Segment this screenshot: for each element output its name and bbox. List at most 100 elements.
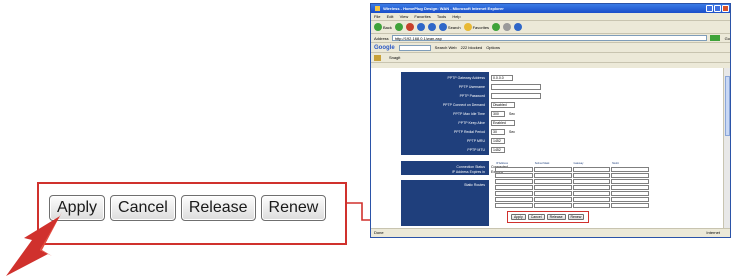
zoomed-button-group: Apply Cancel Release Renew <box>49 195 327 221</box>
menu-bar: File Edit View Favorites Tools Help <box>371 13 730 21</box>
window-controls <box>706 5 729 12</box>
unit-label: Sec <box>509 130 516 134</box>
keep-alive-select[interactable]: Enabled <box>491 120 515 126</box>
form-row: PPTP MTU 1452 <box>401 146 505 154</box>
route-cell[interactable] <box>533 197 572 202</box>
route-cell[interactable] <box>572 191 611 196</box>
status-label: IP Address Expires in <box>451 170 485 174</box>
google-logo[interactable]: Google <box>374 45 395 51</box>
route-cell[interactable] <box>572 203 611 208</box>
mail-icon[interactable] <box>503 23 512 31</box>
route-cell[interactable] <box>611 179 649 184</box>
route-cell[interactable] <box>533 191 572 196</box>
field-label: PPTP Connect on Demand <box>442 103 485 107</box>
browser-window: Wireless - HomePlug Design: WAN - Micros… <box>370 3 731 238</box>
stop-icon[interactable] <box>405 23 414 31</box>
route-cell[interactable] <box>495 179 533 184</box>
cancel-button-zoomed[interactable]: Cancel <box>110 195 176 221</box>
go-label[interactable]: Go <box>725 36 730 41</box>
favorites-button[interactable]: Favorites <box>463 23 489 31</box>
menu-help[interactable]: Help <box>452 14 460 19</box>
route-cell[interactable] <box>611 185 649 190</box>
route-cell[interactable] <box>572 179 611 184</box>
menu-tools[interactable]: Tools <box>437 14 446 19</box>
maximize-icon[interactable] <box>714 5 721 12</box>
route-cell[interactable] <box>572 167 611 172</box>
google-options[interactable]: Options <box>486 45 500 50</box>
max-idle-time-input[interactable]: 300 <box>491 111 505 117</box>
static-routes-label: Static Routes <box>464 183 485 187</box>
back-icon <box>374 23 382 31</box>
field-label: PPTP Redial Period <box>453 130 485 134</box>
pptp-username-input[interactable] <box>491 84 541 90</box>
status-text: Done <box>374 230 384 235</box>
snagit-icon[interactable] <box>374 54 381 61</box>
google-search-web[interactable]: Search Web <box>435 45 457 50</box>
static-routes-row: Static Routes <box>401 181 487 189</box>
form-row: PPTP Username <box>401 83 541 91</box>
route-cell[interactable] <box>533 203 572 208</box>
forward-icon[interactable] <box>394 23 403 31</box>
go-button[interactable] <box>709 35 720 41</box>
minimize-icon[interactable] <box>706 5 713 12</box>
route-cell[interactable] <box>572 197 611 202</box>
route-cell[interactable] <box>495 203 533 208</box>
pptp-password-input[interactable] <box>491 93 541 99</box>
route-cell[interactable] <box>611 173 649 178</box>
field-label: PPTP Username <box>458 85 485 89</box>
title-bar: Wireless - HomePlug Design: WAN - Micros… <box>371 4 730 13</box>
button-highlight-box <box>507 211 589 223</box>
snagit-label[interactable]: Snagit <box>389 55 400 60</box>
route-cell[interactable] <box>533 179 572 184</box>
pptp-gateway-input[interactable]: 0.0.0.0 <box>491 75 513 81</box>
redial-period-input[interactable]: 30 <box>491 129 505 135</box>
field-label: PPTP Password <box>459 94 485 98</box>
address-bar: Address http://192.168.0.1/wan.asp Go <box>371 34 730 43</box>
google-popups-blocked[interactable]: 222 blocked <box>461 45 483 50</box>
route-cell[interactable] <box>495 173 533 178</box>
route-cell[interactable] <box>495 197 533 202</box>
print-icon[interactable] <box>514 23 523 31</box>
route-cell[interactable] <box>495 191 533 196</box>
internet-zone: Internet <box>706 230 720 235</box>
standard-toolbar: Back Search Favorites <box>371 21 730 34</box>
field-label: PPTP MTU <box>467 148 485 152</box>
ie-icon <box>375 6 380 11</box>
renew-button-zoomed[interactable]: Renew <box>260 195 327 221</box>
route-cell[interactable] <box>533 167 572 172</box>
menu-edit[interactable]: Edit <box>387 14 394 19</box>
route-cell[interactable] <box>611 191 649 196</box>
menu-view[interactable]: View <box>400 14 409 19</box>
connect-on-demand-select[interactable]: Disabled <box>491 102 515 108</box>
field-label: PPTP MRU <box>466 139 485 143</box>
form-row: PPTP Keep Alive Enabled <box>401 119 515 127</box>
route-cell[interactable] <box>533 185 572 190</box>
route-cell[interactable] <box>495 185 533 190</box>
back-button[interactable]: Back <box>374 23 392 31</box>
menu-favorites[interactable]: Favorites <box>414 14 430 19</box>
status-bar: Done Internet <box>371 228 730 237</box>
vertical-scrollbar[interactable] <box>723 68 730 228</box>
menu-file[interactable]: File <box>374 14 380 19</box>
route-cell[interactable] <box>611 197 649 202</box>
address-input[interactable]: http://192.168.0.1/wan.asp <box>391 35 707 41</box>
pptp-mru-input[interactable]: 1452 <box>491 138 505 144</box>
home-icon[interactable] <box>427 23 436 31</box>
form-row: PPTP MRU 1452 <box>401 137 505 145</box>
close-icon[interactable] <box>722 5 729 12</box>
release-button-zoomed[interactable]: Release <box>180 195 256 221</box>
refresh-icon[interactable] <box>416 23 425 31</box>
pptp-mtu-input[interactable]: 1452 <box>491 147 505 153</box>
static-routes-table: IP Address Subnet Mask Gateway Metric <box>495 162 650 209</box>
history-icon[interactable] <box>492 23 501 31</box>
route-cell[interactable] <box>495 167 533 172</box>
route-cell[interactable] <box>533 173 572 178</box>
route-cell[interactable] <box>611 167 649 172</box>
search-button[interactable]: Search <box>438 23 461 31</box>
route-cell[interactable] <box>572 185 611 190</box>
route-cell[interactable] <box>572 173 611 178</box>
scrollbar-thumb[interactable] <box>725 76 730 136</box>
google-search-input[interactable] <box>398 44 431 51</box>
route-cell[interactable] <box>611 203 649 208</box>
form-row: PPTP Redial Period 30 Sec <box>401 128 515 136</box>
